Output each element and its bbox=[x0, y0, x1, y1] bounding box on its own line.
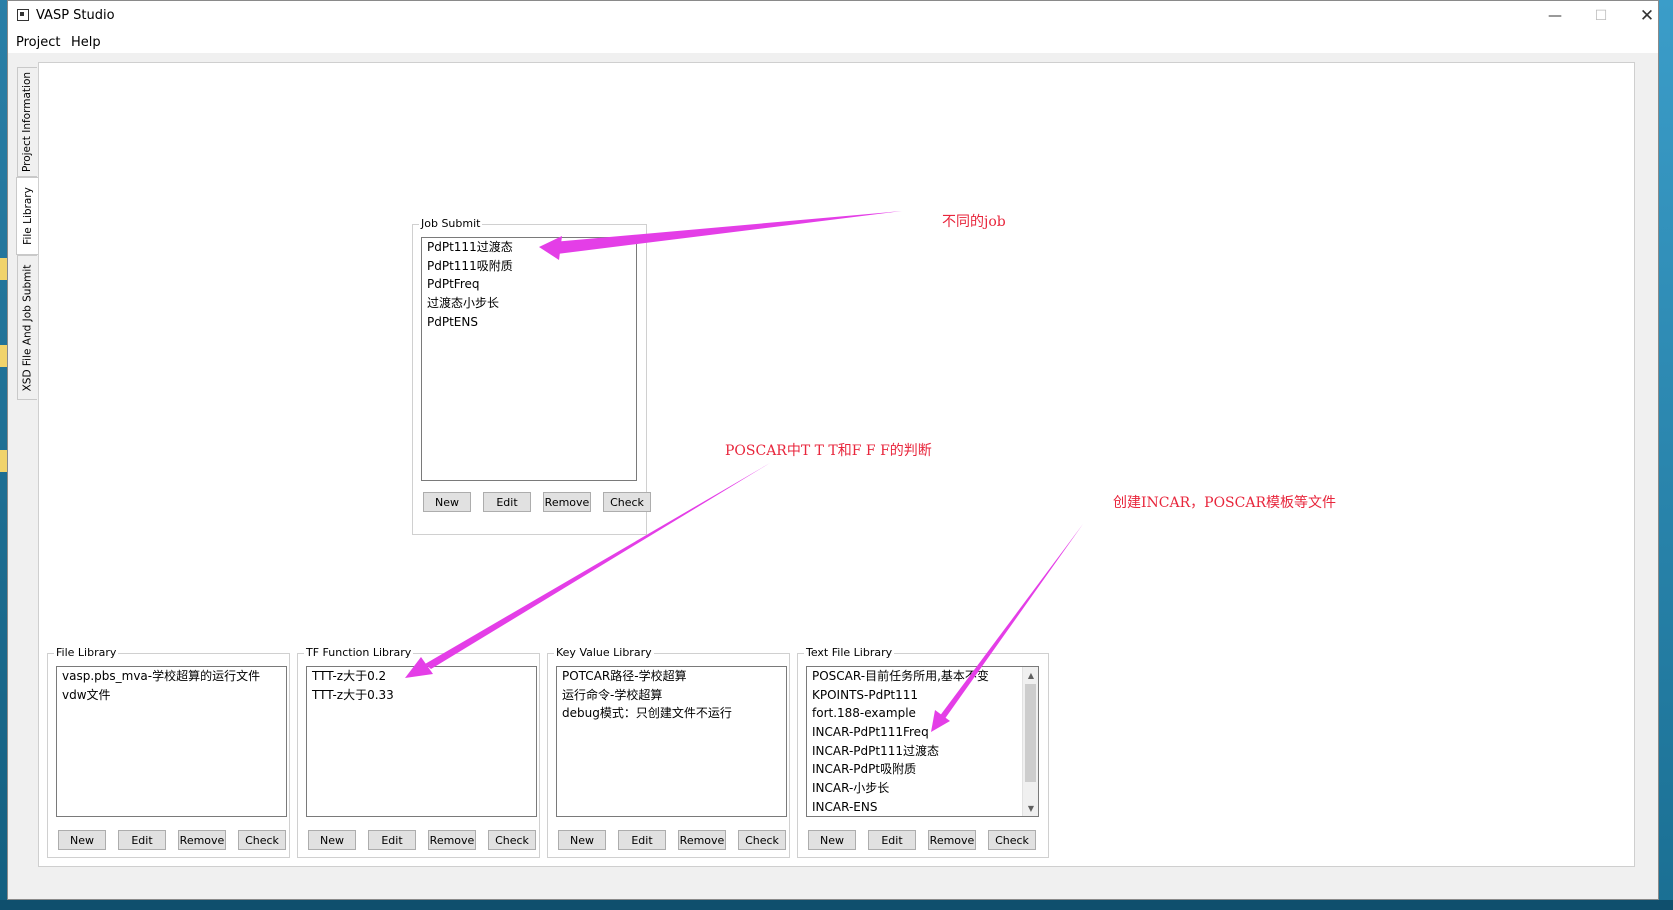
tab-label: File Library bbox=[21, 187, 34, 245]
list-item[interactable]: TTT-z大于0.33 bbox=[307, 686, 536, 705]
text-file-library-list[interactable]: POSCAR-目前任务所用,基本不变 KPOINTS-PdPt111 fort.… bbox=[806, 666, 1039, 817]
window-title: VASP Studio bbox=[36, 8, 115, 23]
new-button[interactable]: New bbox=[58, 830, 106, 850]
desktop-icon[interactable] bbox=[0, 345, 7, 367]
list-item[interactable]: POTCAR路径-学校超算 bbox=[557, 667, 786, 686]
list-item[interactable]: INCAR-小步长 bbox=[807, 779, 1038, 798]
annotation-job: 不同的job bbox=[942, 214, 1006, 230]
tf-function-library-group: TF Function Library TTT-z大于0.2 TTT-z大于0.… bbox=[297, 646, 540, 858]
list-item[interactable]: INCAR-PdPt吸附质 bbox=[807, 760, 1038, 779]
app-icon bbox=[17, 9, 29, 21]
group-title: Text File Library bbox=[804, 646, 895, 659]
check-button[interactable]: Check bbox=[603, 492, 651, 512]
maximize-button[interactable]: ☐ bbox=[1578, 1, 1624, 31]
tab-xsd-file-and-job-submit[interactable]: XSD File And Job Submit bbox=[17, 255, 37, 400]
edit-button[interactable]: Edit bbox=[868, 830, 916, 850]
check-button[interactable]: Check bbox=[488, 830, 536, 850]
edit-button[interactable]: Edit bbox=[118, 830, 166, 850]
new-button[interactable]: New bbox=[558, 830, 606, 850]
list-item[interactable]: INCAR-ENS bbox=[807, 798, 1038, 816]
key-value-library-list[interactable]: POTCAR路径-学校超算 运行命令-学校超算 debug模式：只创建文件不运行 bbox=[556, 666, 787, 817]
remove-button[interactable]: Remove bbox=[178, 830, 226, 850]
list-item[interactable]: PdPt111吸附质 bbox=[422, 257, 636, 276]
list-item[interactable]: TTT-z大于0.2 bbox=[307, 667, 536, 686]
scrollbar-thumb[interactable] bbox=[1025, 684, 1036, 782]
new-button[interactable]: New bbox=[308, 830, 356, 850]
text-file-library-group: Text File Library POSCAR-目前任务所用,基本不变 KPO… bbox=[797, 646, 1049, 858]
desktop-icon[interactable] bbox=[0, 450, 7, 472]
list-item[interactable]: vdw文件 bbox=[57, 686, 286, 705]
file-library-group: File Library vasp.pbs_mva-学校超算的运行文件 vdw文… bbox=[47, 646, 290, 858]
edit-button[interactable]: Edit bbox=[483, 492, 531, 512]
tf-function-library-list[interactable]: TTT-z大于0.2 TTT-z大于0.33 bbox=[306, 666, 537, 817]
list-item[interactable]: fort.188-example bbox=[807, 704, 1038, 723]
vertical-scrollbar[interactable]: ▲ ▼ bbox=[1022, 667, 1038, 816]
file-library-list[interactable]: vasp.pbs_mva-学校超算的运行文件 vdw文件 bbox=[56, 666, 287, 817]
list-item[interactable]: PdPt111过渡态 bbox=[422, 238, 636, 257]
edit-button[interactable]: Edit bbox=[368, 830, 416, 850]
close-icon: ✕ bbox=[1639, 6, 1655, 26]
title-bar[interactable]: VASP Studio — ☐ ✕ bbox=[8, 1, 1658, 31]
scroll-up-icon[interactable]: ▲ bbox=[1023, 667, 1038, 683]
list-item[interactable]: 过渡态小步长 bbox=[422, 294, 636, 313]
tab-label: XSD File And Job Submit bbox=[21, 264, 34, 391]
tab-label: Project Information bbox=[21, 71, 34, 173]
file-library-panel: Job Submit PdPt111过渡态 PdPt111吸附质 PdPtFre… bbox=[38, 62, 1635, 867]
group-title: Key Value Library bbox=[554, 646, 654, 659]
scroll-down-icon[interactable]: ▼ bbox=[1023, 800, 1038, 816]
group-title: Job Submit bbox=[419, 217, 483, 230]
annotation-text-file: 创建INCAR，POSCAR模板等文件 bbox=[1113, 495, 1336, 511]
list-item[interactable]: KPOINTS-PdPt111 bbox=[807, 686, 1038, 705]
remove-button[interactable]: Remove bbox=[543, 492, 591, 512]
list-item[interactable]: debug模式：只创建文件不运行 bbox=[557, 704, 786, 723]
close-button[interactable]: ✕ bbox=[1624, 1, 1670, 31]
check-button[interactable]: Check bbox=[988, 830, 1036, 850]
list-item[interactable]: PdPtENS bbox=[422, 313, 636, 332]
remove-button[interactable]: Remove bbox=[428, 830, 476, 850]
new-button[interactable]: New bbox=[423, 492, 471, 512]
list-item[interactable]: vasp.pbs_mva-学校超算的运行文件 bbox=[57, 667, 286, 686]
remove-button[interactable]: Remove bbox=[928, 830, 976, 850]
annotation-tf: POSCAR中T T T和F F F的判断 bbox=[725, 443, 932, 459]
tab-file-library[interactable]: File Library bbox=[16, 177, 38, 255]
menu-project[interactable]: Project bbox=[16, 35, 60, 50]
list-item[interactable]: POSCAR-目前任务所用,基本不变 bbox=[807, 667, 1038, 686]
job-submit-list[interactable]: PdPt111过渡态 PdPt111吸附质 PdPtFreq 过渡态小步长 Pd… bbox=[421, 237, 637, 481]
list-item[interactable]: 运行命令-学校超算 bbox=[557, 686, 786, 705]
menu-help[interactable]: Help bbox=[71, 35, 101, 50]
check-button[interactable]: Check bbox=[738, 830, 786, 850]
minimize-button[interactable]: — bbox=[1532, 1, 1578, 31]
maximize-icon: ☐ bbox=[1594, 8, 1608, 24]
check-button[interactable]: Check bbox=[238, 830, 286, 850]
minimize-icon: — bbox=[1548, 8, 1562, 24]
desktop-background-right bbox=[1659, 0, 1673, 910]
job-submit-group: Job Submit PdPt111过渡态 PdPt111吸附质 PdPtFre… bbox=[412, 217, 651, 535]
remove-button[interactable]: Remove bbox=[678, 830, 726, 850]
edit-button[interactable]: Edit bbox=[618, 830, 666, 850]
tab-project-information[interactable]: Project Information bbox=[17, 67, 37, 177]
desktop-background-bottom bbox=[0, 900, 1673, 910]
group-title: TF Function Library bbox=[304, 646, 414, 659]
menu-bar: Project Help bbox=[8, 31, 1658, 53]
key-value-library-group: Key Value Library POTCAR路径-学校超算 运行命令-学校超… bbox=[547, 646, 790, 858]
desktop-icon[interactable] bbox=[0, 258, 7, 280]
group-title: File Library bbox=[54, 646, 119, 659]
list-item[interactable]: INCAR-PdPt111Freq bbox=[807, 723, 1038, 742]
list-item[interactable]: PdPtFreq bbox=[422, 275, 636, 294]
new-button[interactable]: New bbox=[808, 830, 856, 850]
list-item[interactable]: INCAR-PdPt111过渡态 bbox=[807, 742, 1038, 761]
